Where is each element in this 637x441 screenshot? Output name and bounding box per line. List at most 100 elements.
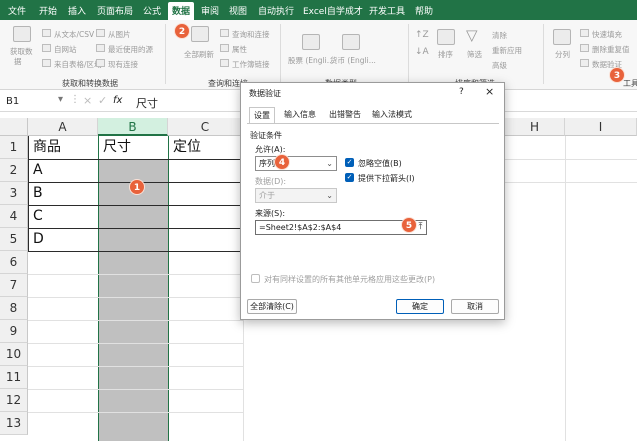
menu-excel-self-study[interactable]: Excel自学成才 (303, 4, 363, 17)
properties-button[interactable]: 属性 (232, 44, 247, 55)
from-web-button[interactable]: 自网站 (54, 44, 77, 55)
allow-select-value: 序列 (259, 159, 275, 168)
formula-input[interactable]: 尺寸 (136, 95, 158, 111)
name-box[interactable]: B1 (6, 96, 19, 107)
clear-all-button[interactable]: 全部清除(C) (247, 299, 297, 314)
refresh-all-icon[interactable] (191, 26, 209, 42)
menu-home[interactable]: 开始 (39, 4, 57, 17)
selected-range-b[interactable] (99, 159, 168, 441)
properties-icon (220, 44, 229, 52)
sort-label: 排序 (438, 50, 453, 59)
flash-fill-button[interactable]: 快速填充 (592, 29, 622, 40)
row-header-6[interactable]: 6 (0, 251, 28, 274)
cell-a3[interactable]: B (33, 182, 43, 205)
gridline (28, 297, 243, 298)
menu-file[interactable]: 文件 (8, 4, 26, 17)
row-header-12[interactable]: 12 (0, 389, 28, 412)
close-button[interactable]: × (485, 85, 494, 98)
advanced-button[interactable]: 高级 (492, 60, 507, 71)
sort-za-icon[interactable]: ↓A (415, 47, 429, 57)
refresh-all-label: 全部刷新 (184, 50, 214, 59)
table-icon (42, 59, 51, 67)
menu-insert[interactable]: 插入 (68, 4, 86, 17)
insert-function-button[interactable]: fx (113, 95, 122, 106)
get-data-label-2: 据 (14, 57, 22, 66)
cell-a4[interactable]: C (33, 205, 43, 228)
group-get-transform-label: 获取和转换数据 (62, 79, 118, 88)
row-header-9[interactable]: 9 (0, 320, 28, 343)
currencies-icon[interactable] (342, 34, 360, 50)
sort-az-icon[interactable]: ↑Z (415, 30, 429, 40)
menu-view[interactable]: 视图 (229, 4, 247, 17)
row-header-3[interactable]: 3 (0, 182, 28, 205)
row-header-10[interactable]: 10 (0, 343, 28, 366)
cell-b1[interactable]: 尺寸 (103, 136, 131, 159)
cancel-button[interactable]: 取消 (451, 299, 499, 314)
data-select[interactable]: 介于 ⌄ (255, 188, 337, 203)
row-header-4[interactable]: 4 (0, 205, 28, 228)
callout-badge-2: 2 (174, 23, 190, 39)
row-header-2[interactable]: 2 (0, 159, 28, 182)
from-table-button[interactable]: 来自表格/区域 (54, 59, 102, 70)
callout-badge-1: 1 (129, 179, 145, 195)
existing-connections-button[interactable]: 现有连接 (108, 59, 138, 70)
queries-connections-button[interactable]: 查询和连接 (232, 29, 270, 40)
remove-duplicates-button[interactable]: 删除重复值 (592, 44, 630, 55)
help-button[interactable]: ? (459, 87, 464, 97)
column-header-a[interactable]: A (28, 118, 98, 136)
gridline (505, 159, 637, 160)
filter-icon[interactable]: ▽ (466, 26, 478, 44)
menu-developer[interactable]: 开发工具 (369, 4, 405, 17)
menu-formulas[interactable]: 公式 (143, 4, 161, 17)
menu-review[interactable]: 审阅 (201, 4, 219, 17)
split-icon[interactable] (553, 29, 571, 45)
tab-error-alert[interactable]: 出错警告 (325, 107, 365, 122)
menu-bar: 文件 开始 插入 页面布局 公式 数据 审阅 视图 自动执行 Excel自学成才… (0, 0, 637, 20)
menu-help[interactable]: 帮助 (415, 4, 433, 17)
recent-sources-button[interactable]: 最近使用的源 (108, 44, 153, 55)
from-picture-button[interactable]: 从图片 (108, 29, 131, 40)
tab-ime-mode[interactable]: 输入法模式 (368, 107, 416, 122)
cell-a5[interactable]: D (33, 228, 44, 251)
cell-c1[interactable]: 定位 (173, 136, 201, 159)
row-header-11[interactable]: 11 (0, 366, 28, 389)
menu-automate[interactable]: 自动执行 (258, 4, 294, 17)
row-header-5[interactable]: 5 (0, 228, 28, 251)
gridline (28, 389, 243, 390)
menu-data[interactable]: 数据 (168, 2, 195, 20)
row-header-7[interactable]: 7 (0, 274, 28, 297)
menu-page-layout[interactable]: 页面布局 (97, 4, 133, 17)
cell-a2[interactable]: A (33, 159, 43, 182)
ignore-blank-checkbox[interactable]: ✓ (345, 158, 354, 167)
column-header-i[interactable]: I (565, 118, 637, 136)
tab-settings[interactable]: 设置 (249, 107, 275, 124)
in-cell-dropdown-checkbox[interactable]: ✓ (345, 173, 354, 182)
column-header-h[interactable]: H (505, 118, 565, 136)
row-header-13[interactable]: 13 (0, 412, 28, 435)
column-header-c[interactable]: C (168, 118, 243, 136)
chevron-down-icon: ⌄ (326, 159, 333, 168)
source-label: 来源(S): (255, 209, 286, 218)
workbook-links-button[interactable]: 工作簿链接 (232, 59, 270, 70)
row-header-8[interactable]: 8 (0, 297, 28, 320)
sort-icon[interactable] (437, 29, 455, 45)
name-box-dropdown-icon[interactable]: ▾ (58, 94, 63, 105)
cancel-icon[interactable]: × (83, 94, 92, 107)
select-all-corner[interactable] (0, 118, 28, 136)
column-header-b[interactable]: B (98, 118, 168, 136)
reapply-button[interactable]: 重新应用 (492, 45, 522, 56)
clear-button[interactable]: 清除 (492, 30, 507, 41)
tab-input-message[interactable]: 输入信息 (280, 107, 320, 122)
apply-all-checkbox[interactable] (251, 274, 260, 283)
ignore-blank-label: 忽略空值(B) (358, 159, 402, 168)
enter-icon[interactable]: ✓ (98, 94, 107, 107)
row-header-1[interactable]: 1 (0, 136, 28, 159)
allow-select[interactable]: 序列 ⌄ (255, 156, 337, 171)
ok-button[interactable]: 确定 (396, 299, 444, 314)
text-csv-icon (42, 29, 51, 37)
from-text-csv-button[interactable]: 从文本/CSV (54, 29, 94, 40)
cell-a1[interactable]: 商品 (33, 136, 61, 159)
get-data-icon[interactable] (13, 26, 31, 42)
stocks-icon[interactable] (302, 34, 320, 50)
connections-icon (96, 59, 105, 67)
